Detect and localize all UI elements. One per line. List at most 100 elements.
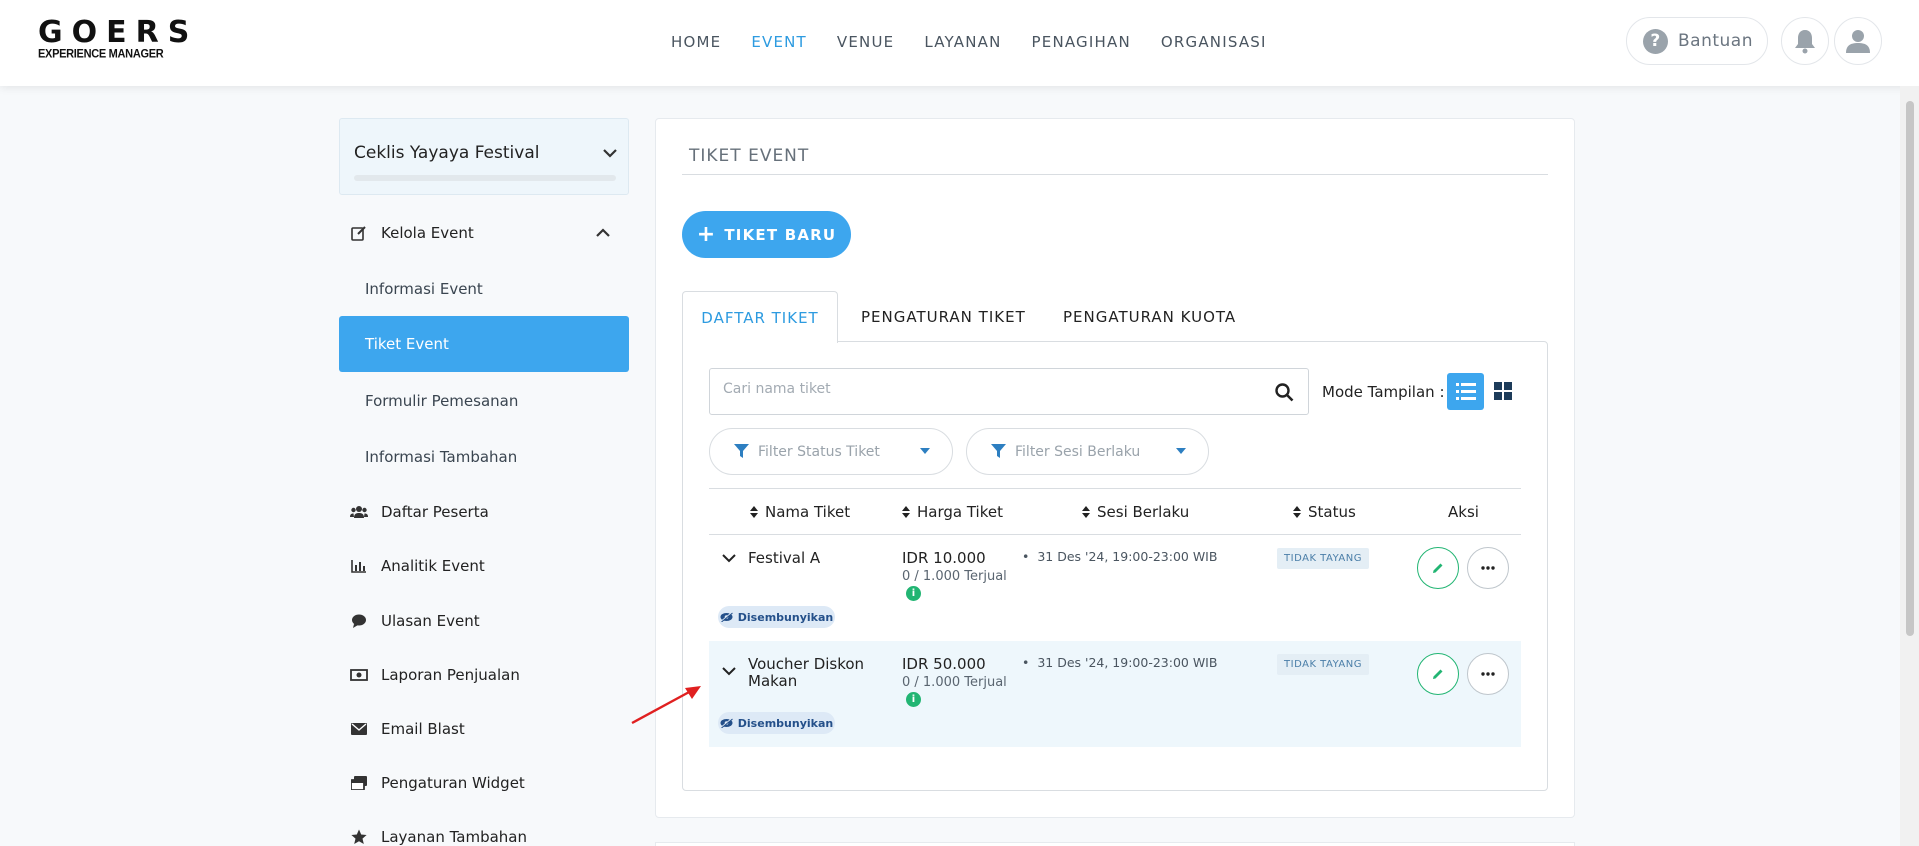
envelope-icon <box>349 723 369 735</box>
column-header-nama[interactable]: Nama Tiket <box>750 503 850 521</box>
chevron-down-icon[interactable] <box>722 553 736 563</box>
list-icon <box>1455 383 1476 400</box>
ticket-session: • 31 Des '24, 19:00-23:00 WIB <box>1022 655 1218 670</box>
sidebar-item-label: Layanan Tambahan <box>381 828 527 846</box>
column-header-aksi: Aksi <box>1448 503 1479 521</box>
sidebar-sub-informasi-event[interactable]: Informasi Event <box>339 261 629 317</box>
logo-wordmark: GOERS <box>38 15 199 50</box>
search-icon[interactable] <box>1275 383 1294 402</box>
sidebar-item-label: Pengaturan Widget <box>381 774 525 792</box>
column-header-status[interactable]: Status <box>1293 503 1356 521</box>
info-icon[interactable]: i <box>906 692 921 707</box>
ticket-name-line2: Makan <box>748 672 798 690</box>
chevron-down-icon[interactable] <box>722 666 736 676</box>
nav-penagihan[interactable]: PENAGIHAN <box>1032 33 1131 51</box>
tab-daftar-tiket[interactable]: DAFTAR TIKET <box>682 291 838 343</box>
notification-button[interactable] <box>1781 17 1829 65</box>
hidden-badge-label: Disembunyikan <box>737 716 834 730</box>
section-title: TIKET EVENT <box>689 146 810 166</box>
sidebar-item-email-blast[interactable]: Email Blast <box>339 707 629 751</box>
ellipsis-icon <box>1481 566 1495 570</box>
question-icon: ? <box>1643 28 1668 54</box>
view-mode-label: Mode Tampilan : <box>1322 383 1445 401</box>
caret-down-icon <box>920 448 930 454</box>
sidebar-item-pengaturan-widget[interactable]: Pengaturan Widget <box>339 761 629 805</box>
ticket-session: • 31 Des '24, 19:00-23:00 WIB <box>1022 549 1218 564</box>
sort-icon <box>750 506 758 518</box>
event-progress-bar <box>354 175 616 181</box>
column-label: Aksi <box>1448 503 1479 521</box>
sort-icon <box>902 506 910 518</box>
nav-home[interactable]: HOME <box>671 33 721 51</box>
tab-pengaturan-kuota[interactable]: PENGATURAN KUOTA <box>1063 291 1236 343</box>
star-icon <box>349 829 369 845</box>
new-ticket-label: TIKET BARU <box>724 225 837 244</box>
caret-down-icon <box>1176 448 1186 454</box>
column-header-harga[interactable]: Harga Tiket <box>902 503 1003 521</box>
hidden-badge: Disembunyikan <box>718 712 835 734</box>
filter-sesi-dropdown[interactable]: Filter Sesi Berlaku <box>966 428 1209 475</box>
nav-event[interactable]: EVENT <box>751 33 807 51</box>
eye-slash-icon <box>720 718 733 728</box>
sidebar-sub-formulir-pemesanan[interactable]: Formulir Pemesanan <box>339 373 629 429</box>
help-label: Bantuan <box>1678 31 1753 51</box>
sidebar-item-analitik-event[interactable]: Analitik Event <box>339 544 629 588</box>
nav-layanan[interactable]: LAYANAN <box>924 33 1001 51</box>
bell-icon <box>1795 30 1815 54</box>
tab-pengaturan-tiket[interactable]: PENGATURAN TIKET <box>861 291 1026 343</box>
status-badge: TIDAK TAYANG <box>1277 654 1369 675</box>
ticket-name-line1: Voucher Diskon <box>748 655 865 673</box>
main-nav: HOME EVENT VENUE LAYANAN PENAGIHAN ORGAN… <box>656 33 1282 51</box>
sidebar-item-layanan-tambahan[interactable]: Layanan Tambahan <box>339 815 629 846</box>
event-selector[interactable]: Ceklis Yayaya Festival <box>339 118 629 195</box>
logo-subtitle: EXPERIENCE MANAGER <box>38 47 164 61</box>
users-icon <box>349 505 369 519</box>
bar-chart-icon <box>349 559 369 573</box>
sidebar-sub-tiket-event[interactable]: Tiket Event <box>339 316 629 372</box>
pencil-icon <box>1433 563 1443 573</box>
ticket-price: IDR 10.000 <box>902 549 986 567</box>
money-bill-icon <box>349 669 369 681</box>
edit-square-icon <box>349 225 369 241</box>
more-options-button[interactable] <box>1467 653 1509 695</box>
table-header-border <box>709 534 1521 535</box>
grid-view-button[interactable] <box>1494 382 1512 400</box>
annotation-arrow-icon <box>631 686 701 725</box>
top-header: GOERS EXPERIENCE MANAGER HOME EVENT VENU… <box>0 0 1919 86</box>
sidebar-item-label: Laporan Penjualan <box>381 666 520 684</box>
profile-button[interactable] <box>1834 17 1882 65</box>
sidebar-item-daftar-peserta[interactable]: Daftar Peserta <box>339 490 629 534</box>
nav-venue[interactable]: VENUE <box>837 33 894 51</box>
filter-status-dropdown[interactable]: Filter Status Tiket <box>709 428 953 475</box>
sidebar-sub-informasi-tambahan[interactable]: Informasi Tambahan <box>339 429 629 485</box>
status-badge: TIDAK TAYANG <box>1277 548 1369 569</box>
search-input[interactable] <box>723 381 1243 397</box>
pencil-icon <box>1433 669 1443 679</box>
filter-sesi-label: Filter Sesi Berlaku <box>1015 443 1141 460</box>
nav-organisasi[interactable]: ORGANISASI <box>1161 33 1267 51</box>
chevron-up-icon <box>596 228 610 237</box>
new-ticket-button[interactable]: + TIKET BARU <box>682 211 851 258</box>
goers-logo[interactable]: GOERS EXPERIENCE MANAGER <box>38 15 199 61</box>
more-options-button[interactable] <box>1467 547 1509 589</box>
scrollbar-thumb[interactable] <box>1906 101 1914 636</box>
sidebar-item-kelola-event[interactable]: Kelola Event <box>339 211 629 255</box>
window-icon <box>349 776 369 790</box>
column-label: Nama Tiket <box>765 503 851 521</box>
info-icon[interactable]: i <box>906 586 921 601</box>
list-view-button[interactable] <box>1447 373 1484 410</box>
help-button[interactable]: ? Bantuan <box>1626 17 1768 65</box>
ticket-price: IDR 50.000 <box>902 655 986 673</box>
column-header-sesi[interactable]: Sesi Berlaku <box>1082 503 1189 521</box>
edit-button[interactable] <box>1417 547 1459 589</box>
filter-status-label: Filter Status Tiket <box>758 443 880 460</box>
page-scrollbar[interactable] <box>1900 86 1919 846</box>
sidebar-item-laporan-penjualan[interactable]: Laporan Penjualan <box>339 653 629 697</box>
ticket-sold: 0 / 1.000 Terjual <box>902 569 1007 584</box>
chevron-down-icon <box>603 149 617 158</box>
plus-icon: + <box>696 221 717 247</box>
sidebar-item-ulasan-event[interactable]: Ulasan Event <box>339 599 629 643</box>
table-top-border <box>709 488 1521 489</box>
edit-button[interactable] <box>1417 653 1459 695</box>
eye-slash-icon <box>720 612 733 622</box>
